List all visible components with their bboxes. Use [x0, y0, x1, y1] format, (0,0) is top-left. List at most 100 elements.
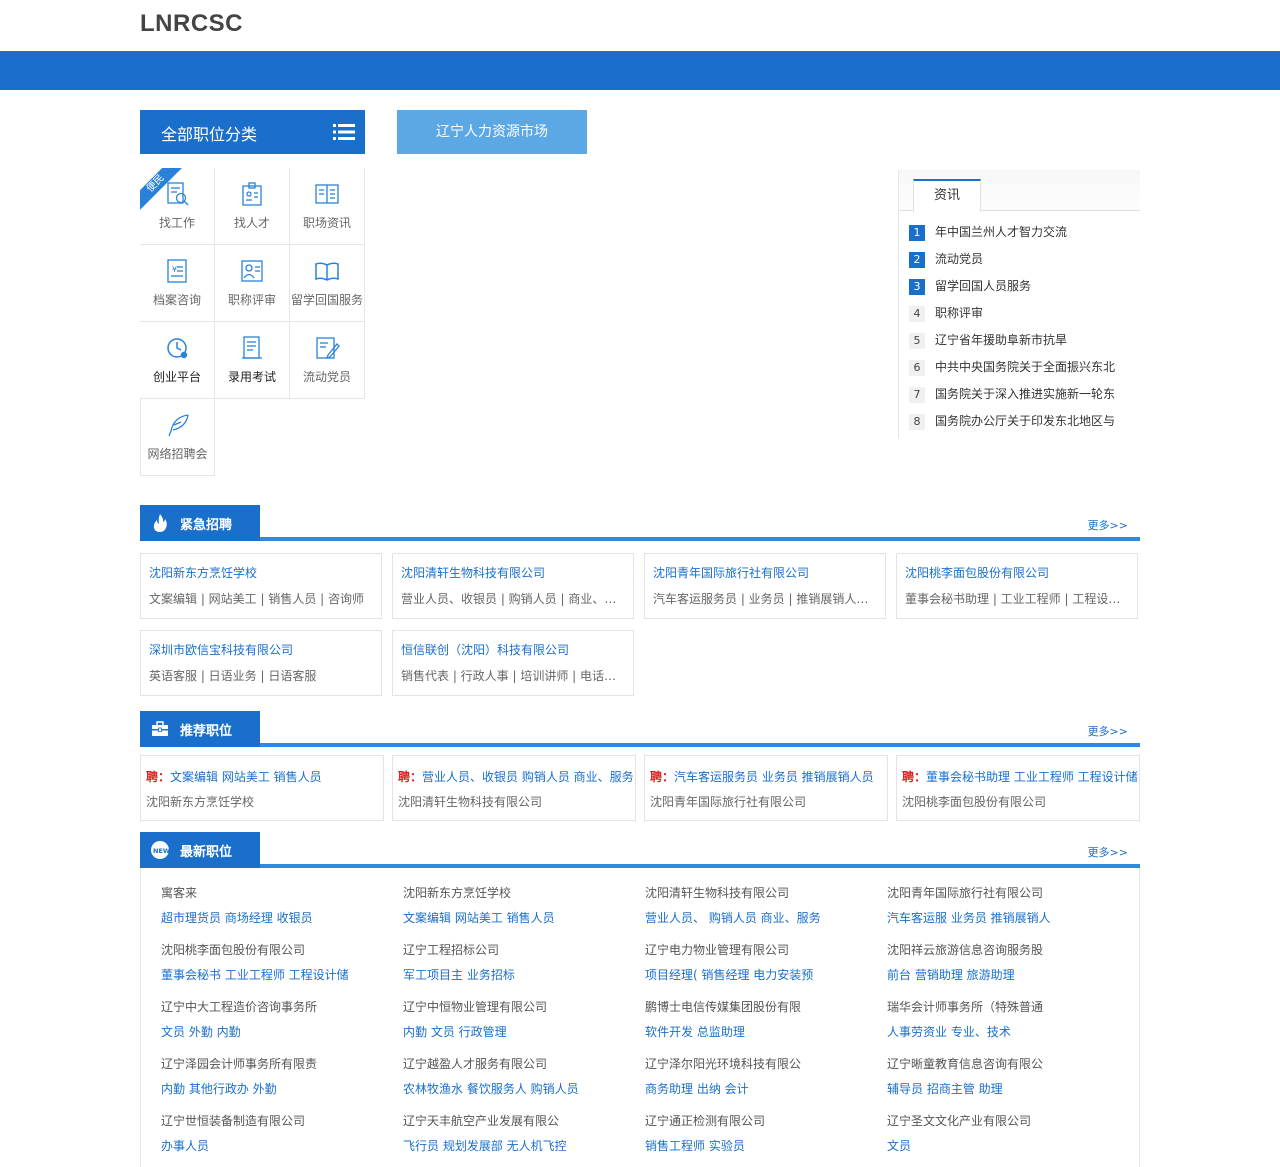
- job-list[interactable]: 项目经理( 销售经理 电力安装预: [645, 966, 875, 983]
- latest-item[interactable]: 辽宁天丰航空产业发展有限公 飞行员 规划发展部 无人机飞控: [403, 1112, 633, 1154]
- job-line[interactable]: 聘：文案编辑 网站美工 销售人员: [146, 768, 383, 785]
- company-name[interactable]: 辽宁中恒物业管理有限公司: [403, 998, 633, 1015]
- job-list[interactable]: 超市理货员 商场经理 收银员: [161, 909, 391, 926]
- category-returnee-service[interactable]: 留学回国服务: [290, 245, 365, 322]
- category-exam[interactable]: 录用考试: [215, 322, 290, 399]
- urgent-card[interactable]: 沈阳青年国际旅行社有限公司汽车客运服务员 | 业务员 | 推销展销人员 | 导游: [644, 553, 886, 619]
- company-name[interactable]: 瑞华会计师事务所（特殊普通: [887, 998, 1117, 1015]
- recommended-card[interactable]: 聘：营业人员、收银员 购销人员 商业、服务 沈阳清轩生物科技有限公司: [392, 755, 636, 821]
- job-list[interactable]: 软件开发 总监助理: [645, 1023, 875, 1040]
- recommended-card[interactable]: 聘：文案编辑 网站美工 销售人员 沈阳新东方烹饪学校: [140, 755, 384, 821]
- company-name[interactable]: 恒信联创（沈阳）科技有限公司: [401, 641, 625, 658]
- job-list[interactable]: 汽车客运服 业务员 推销展销人: [887, 909, 1117, 926]
- latest-item[interactable]: 沈阳桃李面包股份有限公司 董事会秘书 工业工程师 工程设计储: [161, 941, 391, 983]
- urgent-more-link[interactable]: 更多>>: [1088, 517, 1128, 533]
- company-name[interactable]: 辽宁工程招标公司: [403, 941, 633, 958]
- company-name[interactable]: 沈阳清轩生物科技有限公司: [401, 564, 625, 581]
- job-list[interactable]: 飞行员 规划发展部 无人机飞控: [403, 1137, 633, 1154]
- company-name[interactable]: 沈阳新东方烹饪学校: [403, 884, 633, 901]
- category-title-review[interactable]: 职称评审: [215, 245, 290, 322]
- news-item[interactable]: 3 留学回国人员服务: [899, 273, 1140, 300]
- company-name[interactable]: 鹏博士电信传媒集团股份有限: [645, 998, 875, 1015]
- company-name[interactable]: 辽宁天丰航空产业发展有限公: [403, 1112, 633, 1129]
- category-find-job[interactable]: 便民 找工作: [140, 168, 215, 245]
- job-list[interactable]: 军工项目主 业务招标: [403, 966, 633, 983]
- category-career-news[interactable]: 职场资讯: [290, 168, 365, 245]
- news-item[interactable]: 2 流动党员: [899, 246, 1140, 273]
- recommended-more-link[interactable]: 更多>>: [1088, 723, 1128, 739]
- news-item[interactable]: 4 职称评审: [899, 300, 1140, 327]
- company-name[interactable]: 辽宁电力物业管理有限公司: [645, 941, 875, 958]
- job-list[interactable]: 文员 外勤 内勤: [161, 1023, 391, 1040]
- job-list[interactable]: 商务助理 出纳 会计: [645, 1080, 875, 1097]
- hr-market-button[interactable]: 辽宁人力资源市场: [397, 110, 587, 154]
- category-archive[interactable]: ¥ 档案咨询: [140, 245, 215, 322]
- latest-item[interactable]: 辽宁中大工程造价咨询事务所 文员 外勤 内勤: [161, 998, 391, 1040]
- job-list[interactable]: 办事人员: [161, 1137, 391, 1154]
- job-line[interactable]: 聘：汽车客运服务员 业务员 推销展销人员: [650, 768, 887, 785]
- company-name[interactable]: 沈阳清轩生物科技有限公司: [645, 884, 875, 901]
- latest-item[interactable]: 沈阳青年国际旅行社有限公司 汽车客运服 业务员 推销展销人: [887, 884, 1117, 926]
- urgent-card[interactable]: 深圳市欧信宝科技有限公司 英语客服 | 日语业务 | 日语客服: [140, 630, 382, 696]
- job-list[interactable]: 辅导员 招商主管 助理: [887, 1080, 1117, 1097]
- company-name[interactable]: 沈阳新东方烹饪学校: [149, 564, 373, 581]
- latest-item[interactable]: 鹏博士电信传媒集团股份有限 软件开发 总监助理: [645, 998, 875, 1040]
- company-name[interactable]: 辽宁圣文文化产业有限公司: [887, 1112, 1117, 1129]
- site-logo[interactable]: LNRCSC: [140, 10, 243, 38]
- news-item[interactable]: 1 年中国兰州人才智力交流: [899, 219, 1140, 246]
- latest-more-link[interactable]: 更多>>: [1088, 844, 1128, 860]
- recommended-card[interactable]: 聘：董事会秘书助理 工业工程师 工程设计储 沈阳桃李面包股份有限公司: [896, 755, 1140, 821]
- category-party-member[interactable]: 流动党员: [290, 322, 365, 399]
- job-list[interactable]: 文员: [887, 1137, 1117, 1154]
- company-name[interactable]: 深圳市欧信宝科技有限公司: [149, 641, 373, 658]
- company-name[interactable]: 辽宁通正检测有限公司: [645, 1112, 875, 1129]
- tab-news[interactable]: 资讯: [913, 179, 981, 212]
- job-list[interactable]: 董事会秘书 工业工程师 工程设计储: [161, 966, 391, 983]
- company-name[interactable]: 辽宁世恒装备制造有限公司: [161, 1112, 391, 1129]
- recommended-card[interactable]: 聘：汽车客运服务员 业务员 推销展销人员 沈阳青年国际旅行社有限公司: [644, 755, 888, 821]
- job-list[interactable]: 农林牧渔水 餐饮服务人 购销人员: [403, 1080, 633, 1097]
- job-list[interactable]: 销售工程师 实验员: [645, 1137, 875, 1154]
- latest-item[interactable]: 辽宁电力物业管理有限公司 项目经理( 销售经理 电力安装预: [645, 941, 875, 983]
- latest-item[interactable]: 寓客来超市理货员 商场经理 收银员: [161, 884, 391, 926]
- company-name[interactable]: 沈阳桃李面包股份有限公司: [161, 941, 391, 958]
- job-list[interactable]: 前台 营销助理 旅游助理: [887, 966, 1117, 983]
- company-name[interactable]: 辽宁越盈人才服务有限公司: [403, 1055, 633, 1072]
- category-startup[interactable]: 创业平台: [140, 322, 215, 399]
- news-item[interactable]: 5 辽宁省年援助阜新市抗旱: [899, 327, 1140, 354]
- job-list[interactable]: 营业人员、 购销人员 商业、服务: [645, 909, 875, 926]
- job-line[interactable]: 聘：董事会秘书助理 工业工程师 工程设计储: [902, 768, 1139, 785]
- company-name[interactable]: 辽宁晰童教育信息咨询有限公: [887, 1055, 1117, 1072]
- company-name[interactable]: 沈阳祥云旅游信息咨询服务股: [887, 941, 1117, 958]
- job-list[interactable]: 内勤 文员 行政管理: [403, 1023, 633, 1040]
- latest-item[interactable]: 沈阳清轩生物科技有限公司 营业人员、 购销人员 商业、服务: [645, 884, 875, 926]
- category-find-talent[interactable]: 找人才: [215, 168, 290, 245]
- latest-item[interactable]: 辽宁中恒物业管理有限公司 内勤 文员 行政管理: [403, 998, 633, 1040]
- latest-item[interactable]: 瑞华会计师事务所（特殊普通 人事劳资业 专业、技术: [887, 998, 1117, 1040]
- latest-item[interactable]: 辽宁晰童教育信息咨询有限公 辅导员 招商主管 助理: [887, 1055, 1117, 1097]
- urgent-card[interactable]: 沈阳新东方烹饪学校 文案编辑 | 网站美工 | 销售人员 | 咨询师: [140, 553, 382, 619]
- latest-item[interactable]: 辽宁世恒装备制造有限公司 办事人员: [161, 1112, 391, 1154]
- news-item[interactable]: 6 中共中央国务院关于全面振兴东北: [899, 354, 1140, 381]
- company-name[interactable]: 沈阳青年国际旅行社有限公司: [653, 564, 877, 581]
- latest-item[interactable]: 辽宁泽园会计师事务所有限责 内勤 其他行政办 外勤: [161, 1055, 391, 1097]
- latest-item[interactable]: 辽宁通正检测有限公司 销售工程师 实验员: [645, 1112, 875, 1154]
- latest-item[interactable]: 辽宁越盈人才服务有限公司 农林牧渔水 餐饮服务人 购销人员: [403, 1055, 633, 1097]
- latest-item[interactable]: 辽宁工程招标公司 军工项目主 业务招标: [403, 941, 633, 983]
- company-name[interactable]: 沈阳青年国际旅行社有限公司: [887, 884, 1117, 901]
- urgent-card[interactable]: 恒信联创（沈阳）科技有限公司 销售代表 | 行政人事 | 培训讲师 | 电话销售: [392, 630, 634, 696]
- company-name[interactable]: 沈阳桃李面包股份有限公司: [905, 564, 1129, 581]
- company-name[interactable]: 寓客来: [161, 884, 391, 901]
- news-item[interactable]: 8 国务院办公厅关于印发东北地区与: [899, 408, 1140, 435]
- news-item[interactable]: 7 国务院关于深入推进实施新一轮东: [899, 381, 1140, 408]
- job-line[interactable]: 聘：营业人员、收银员 购销人员 商业、服务: [398, 768, 635, 785]
- latest-item[interactable]: 沈阳新东方烹饪学校 文案编辑 网站美工 销售人员: [403, 884, 633, 926]
- latest-item[interactable]: 辽宁泽尔阳光环境科技有限公 商务助理 出纳 会计: [645, 1055, 875, 1097]
- job-list[interactable]: 人事劳资业 专业、技术: [887, 1023, 1117, 1040]
- urgent-card[interactable]: 沈阳桃李面包股份有限公司 董事会秘书助理 | 工业工程师 | 工程设计储备: [896, 553, 1138, 619]
- latest-item[interactable]: 沈阳祥云旅游信息咨询服务股 前台 营销助理 旅游助理: [887, 941, 1117, 983]
- category-online-fair[interactable]: 网络招聘会: [140, 399, 215, 476]
- latest-item[interactable]: 辽宁圣文文化产业有限公司 文员: [887, 1112, 1117, 1154]
- job-list[interactable]: 文案编辑 网站美工 销售人员: [403, 909, 633, 926]
- category-header[interactable]: 全部职位分类: [140, 110, 365, 154]
